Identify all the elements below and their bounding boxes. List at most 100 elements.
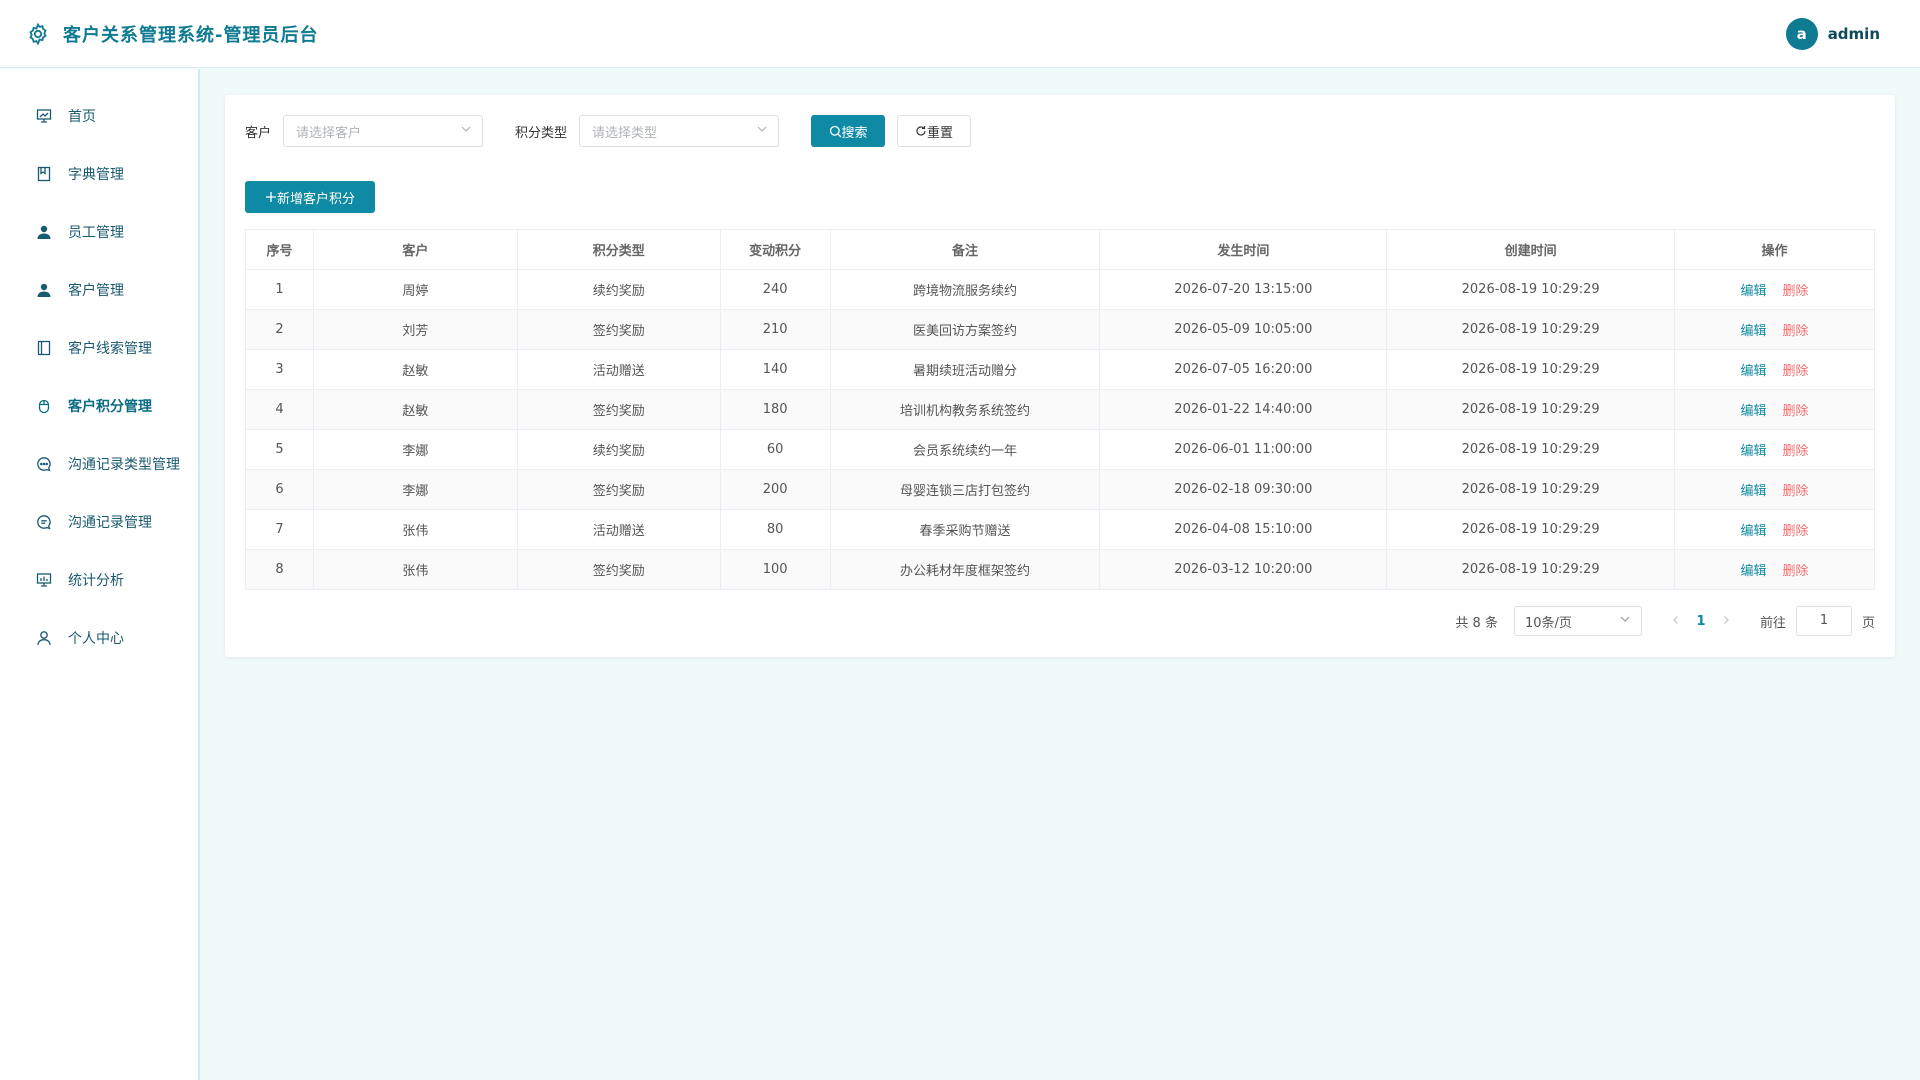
table-row: 4 赵敏 签约奖励 180 培训机构教务系统签约 2026-01-22 14:40:00 2… xyxy=(245,389,1875,430)
chevron-down-icon xyxy=(460,123,472,139)
user-icon xyxy=(35,223,53,241)
cell-index: 2 xyxy=(245,309,314,350)
prev-page-button[interactable] xyxy=(1666,614,1686,629)
cell-points-change: 210 xyxy=(719,309,831,350)
table-row: 7 张伟 活动赠送 80 春季采购节赠送 2026-04-08 15:10:00 2026-… xyxy=(245,509,1875,550)
sidebar-item-points[interactable]: 客户积分管理 xyxy=(0,377,198,435)
cell-points-change: 240 xyxy=(719,269,831,310)
cell-occurred-time: 2026-04-08 15:10:00 xyxy=(1099,509,1388,550)
username[interactable]: admin xyxy=(1828,25,1880,43)
table-row: 5 李娜 续约奖励 60 会员系统续约一年 2026-06-01 11:00:00 2026… xyxy=(245,429,1875,470)
search-icon xyxy=(829,125,842,138)
delete-button[interactable]: 删除 xyxy=(1783,484,1809,499)
sidebar-item-label: 客户积分管理 xyxy=(68,399,152,415)
total-count: 共 8 条 xyxy=(1455,615,1498,631)
sidebar-item-home[interactable]: 首页 xyxy=(0,87,198,145)
cell-actions: 编辑 删除 xyxy=(1674,549,1875,590)
delete-button[interactable]: 删除 xyxy=(1783,364,1809,379)
edit-button[interactable]: 编辑 xyxy=(1741,404,1767,419)
cell-created-time: 2026-08-19 10:29:29 xyxy=(1386,389,1676,430)
column-header: 积分类型 xyxy=(516,229,721,270)
table-row: 3 赵敏 活动赠送 140 暑期续班活动赠分 2026-07-05 16:20:00 202… xyxy=(245,349,1875,390)
reset-button[interactable]: 重置 xyxy=(897,115,972,147)
cell-points-type: 签约奖励 xyxy=(516,309,721,350)
delete-button[interactable]: 删除 xyxy=(1783,444,1809,459)
column-header: 创建时间 xyxy=(1386,229,1676,270)
cell-remark: 会员系统续约一年 xyxy=(829,429,1101,470)
sidebar-item-comm-types[interactable]: 沟通记录类型管理 xyxy=(0,435,198,493)
gear-icon xyxy=(25,21,51,47)
document-icon xyxy=(35,339,53,357)
sidebar-item-employees[interactable]: 员工管理 xyxy=(0,203,198,261)
book-icon xyxy=(35,165,53,183)
cell-actions: 编辑 删除 xyxy=(1674,349,1875,390)
cell-remark: 办公耗材年度框架签约 xyxy=(829,549,1101,590)
chat-dot-icon xyxy=(35,455,53,473)
edit-button[interactable]: 编辑 xyxy=(1741,364,1767,379)
reset-button-label: 重置 xyxy=(927,125,954,141)
column-header: 备注 xyxy=(829,229,1101,270)
sidebar-item-comm-records[interactable]: 沟通记录管理 xyxy=(0,493,198,551)
sidebar-item-customers[interactable]: 客户管理 xyxy=(0,261,198,319)
edit-button[interactable]: 编辑 xyxy=(1741,444,1767,459)
search-button[interactable]: 搜索 xyxy=(811,115,886,147)
cell-points-type: 活动赠送 xyxy=(516,509,721,550)
cell-customer: 刘芳 xyxy=(312,309,518,350)
delete-button[interactable]: 删除 xyxy=(1783,404,1809,419)
sidebar-item-label: 沟通记录管理 xyxy=(68,515,152,531)
sidebar: 首页 字典管理 员工管理 客户管理 客户线索管理 客户积分管理 沟通记录类型管理… xyxy=(0,69,200,1080)
next-page-button[interactable] xyxy=(1716,614,1736,629)
edit-button[interactable]: 编辑 xyxy=(1741,484,1767,499)
delete-button[interactable]: 删除 xyxy=(1783,564,1809,579)
edit-button[interactable]: 编辑 xyxy=(1741,324,1767,339)
sidebar-item-label: 客户管理 xyxy=(68,283,124,299)
cell-created-time: 2026-08-19 10:29:29 xyxy=(1386,429,1676,470)
sidebar-item-label: 个人中心 xyxy=(68,631,124,647)
sidebar-item-leads[interactable]: 客户线索管理 xyxy=(0,319,198,377)
sidebar-item-label: 首页 xyxy=(68,109,96,125)
points-table: 序号 客户 积分类型 变动积分 备注 发生时间 创建时间 操作 1 周婷 续约奖励 2… xyxy=(245,229,1875,590)
user-icon xyxy=(35,281,53,299)
page-number-current[interactable]: 1 xyxy=(1686,614,1716,629)
add-points-button[interactable]: 新增客户积分 xyxy=(245,181,375,213)
cell-index: 5 xyxy=(245,429,314,470)
cell-actions: 编辑 删除 xyxy=(1674,469,1875,510)
type-select[interactable]: 请选择类型 xyxy=(579,115,780,147)
edit-button[interactable]: 编辑 xyxy=(1741,564,1767,579)
delete-button[interactable]: 删除 xyxy=(1783,284,1809,299)
cell-remark: 医美回访方案签约 xyxy=(829,309,1101,350)
table-row: 8 张伟 签约奖励 100 办公耗材年度框架签约 2026-03-12 10:20:00 2… xyxy=(245,549,1875,590)
cell-created-time: 2026-08-19 10:29:29 xyxy=(1386,509,1676,550)
avatar[interactable]: a xyxy=(1785,18,1818,50)
page-size-select[interactable]: 10条/页 xyxy=(1513,606,1642,636)
cell-index: 8 xyxy=(245,549,314,590)
edit-button[interactable]: 编辑 xyxy=(1741,524,1767,539)
sidebar-item-dictionary[interactable]: 字典管理 xyxy=(0,145,198,203)
search-button-label: 搜索 xyxy=(841,125,868,141)
cell-actions: 编辑 删除 xyxy=(1674,429,1875,470)
cell-points-type: 签约奖励 xyxy=(516,389,721,430)
user-menu[interactable]: a admin xyxy=(1785,18,1880,50)
dashboard-icon xyxy=(35,107,53,125)
customer-select[interactable]: 请选择客户 xyxy=(283,115,484,147)
edit-button[interactable]: 编辑 xyxy=(1741,284,1767,299)
type-filter-label: 积分类型 xyxy=(515,125,568,141)
cell-created-time: 2026-08-19 10:29:29 xyxy=(1386,309,1676,350)
sidebar-item-statistics[interactable]: 统计分析 xyxy=(0,551,198,609)
delete-button[interactable]: 删除 xyxy=(1783,524,1809,539)
page-suffix: 页 xyxy=(1861,615,1875,631)
sidebar-item-profile[interactable]: 个人中心 xyxy=(0,609,198,667)
cell-points-change: 60 xyxy=(719,429,831,470)
cell-customer: 赵敏 xyxy=(312,389,518,430)
cell-created-time: 2026-08-19 10:29:29 xyxy=(1386,469,1676,510)
cell-created-time: 2026-08-19 10:29:29 xyxy=(1386,349,1676,390)
chat-line-icon xyxy=(35,513,53,531)
cell-points-change: 100 xyxy=(719,549,831,590)
column-header: 发生时间 xyxy=(1099,229,1388,270)
goto-page-input[interactable]: 1 xyxy=(1795,606,1852,636)
top-header: 客户关系管理系统-管理员后台 a admin xyxy=(0,0,1920,68)
cell-points-type: 活动赠送 xyxy=(516,349,721,390)
main-card: 客户 请选择客户 积分类型 请选择类型 搜索 重置 新增客户积分 序号 客户 积… xyxy=(225,95,1895,657)
chart-icon xyxy=(35,571,53,589)
delete-button[interactable]: 删除 xyxy=(1783,324,1809,339)
